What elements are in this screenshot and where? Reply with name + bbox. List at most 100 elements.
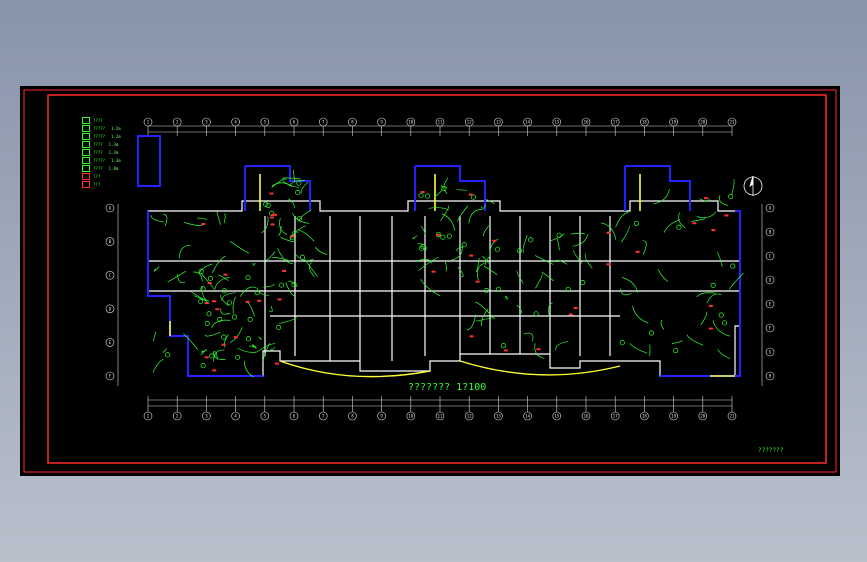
legend-label: ????? (93, 125, 106, 131)
wire-segment (229, 240, 250, 254)
light-fixture-icon (619, 340, 625, 346)
wire-segment (548, 302, 553, 318)
socket-icon (708, 304, 713, 307)
light-fixture-icon (461, 242, 467, 248)
light-fixture-icon (722, 320, 728, 326)
socket-icon (221, 343, 226, 346)
socket-icon (635, 250, 640, 253)
wire-segment (648, 344, 651, 357)
wire-segment (297, 209, 312, 222)
socket-icon (469, 254, 474, 257)
wire-segment (243, 360, 254, 378)
legend-symbol-icon (82, 140, 90, 148)
light-fixture-icon (200, 363, 206, 369)
socket-icon (503, 349, 508, 352)
wire-segment (197, 217, 207, 220)
socket-icon (269, 216, 274, 219)
legend: ????????? 1.2m????? 1.2m???? 1.3m???? 1.3m??… (82, 116, 121, 188)
axis-label: 18 (642, 414, 647, 419)
light-fixture-icon (500, 343, 507, 349)
wire-segment (706, 293, 722, 304)
legend-row: ???? 1.3m (82, 148, 121, 156)
axis-label: 9 (380, 120, 383, 125)
wire-segment (642, 240, 647, 256)
axis-label: 19 (671, 120, 676, 125)
wire-segment (615, 211, 629, 228)
wire-segment (315, 247, 328, 255)
axis-label: F (769, 326, 772, 331)
wire-segment (621, 277, 639, 293)
axis-label: F (109, 374, 112, 379)
wire-segment (718, 194, 729, 206)
socket-icon (290, 235, 295, 238)
axis-label: 9 (380, 414, 383, 419)
axis-label: B (769, 230, 772, 235)
wire-segment (221, 292, 236, 301)
wire-segment (505, 295, 509, 300)
legend-label: ???? (93, 141, 103, 147)
socket-icon (201, 223, 206, 226)
legend-symbol-icon (82, 132, 90, 140)
light-fixture-icon (221, 334, 227, 340)
light-fixture-icon (676, 224, 682, 230)
legend-row: ????? 1.3m (82, 156, 121, 164)
north-arrow-icon (743, 175, 763, 196)
light-fixture-icon (728, 193, 734, 199)
axis-label: 6 (293, 414, 296, 419)
axis-label: 17 (613, 414, 618, 419)
floor-plan-drawing: 1 2 3 4 5 6 7 8 9 10 11 12 13 14 15 16 17 18 19 20 211 2 3 4 5 6 7… (23, 89, 837, 473)
axis-label: 4 (234, 120, 237, 125)
wire-segment (456, 189, 467, 191)
wire-segment (232, 296, 236, 314)
legend-value: 1.2m (111, 125, 121, 131)
legend-value: 1.3m (108, 149, 119, 155)
wire-segment (466, 314, 477, 331)
axis-label: 15 (554, 120, 559, 125)
socket-icon (245, 300, 250, 303)
wire-segment (270, 346, 276, 351)
axis-label: 18 (642, 120, 647, 125)
axis-label: 15 (554, 414, 559, 419)
axis-label: 2 (176, 120, 179, 125)
axis-label: E (769, 302, 772, 307)
axis-label: 17 (613, 120, 618, 125)
light-fixture-icon (440, 234, 446, 240)
light-fixture-icon (718, 312, 724, 318)
light-fixture-icon (226, 300, 232, 306)
axis-label: 8 (351, 120, 354, 125)
legend-symbol-icon (82, 156, 90, 164)
wire-segment (297, 229, 315, 242)
light-fixture-icon (245, 274, 251, 281)
axis-label: 21 (730, 120, 735, 125)
socket-icon (708, 327, 713, 330)
socket-icon (573, 306, 578, 309)
wire-segment (152, 358, 164, 373)
wire-segment (716, 251, 723, 267)
axis-label: 12 (467, 120, 472, 125)
socket-icon (274, 362, 279, 365)
inner-frame (47, 94, 827, 464)
wire-segment (167, 270, 187, 283)
axis-label: A (109, 206, 112, 211)
wire-segment (516, 304, 522, 315)
axis-label: 13 (496, 120, 501, 125)
wire-segment (444, 260, 448, 272)
socket-icon (420, 190, 425, 193)
light-fixture-icon (275, 324, 281, 330)
axis-label: 21 (730, 414, 735, 419)
wire-segment (660, 319, 665, 330)
wire-segment (696, 292, 716, 298)
axis-label: 3 (205, 120, 208, 125)
electrical-fixtures (165, 180, 736, 372)
wire-segment (412, 235, 418, 240)
light-fixture-icon (299, 254, 306, 260)
wire-segment (523, 332, 534, 342)
light-fixture-icon (425, 193, 431, 199)
axis-label: 16 (584, 120, 589, 125)
light-fixture-icon (198, 298, 204, 305)
light-fixture-icon (470, 194, 476, 200)
legend-symbol-icon (82, 180, 90, 188)
wire-segment (483, 225, 490, 237)
wire-segment (214, 276, 230, 291)
wire-segment (220, 308, 231, 315)
